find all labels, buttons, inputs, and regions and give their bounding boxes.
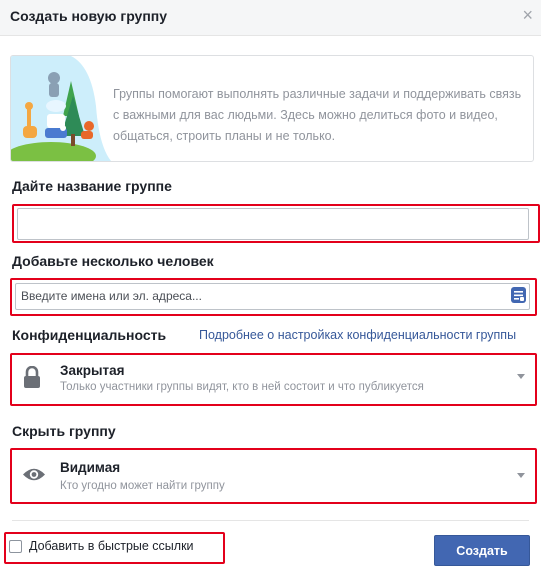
add-people-placeholder: Введите имена или эл. адреса... (21, 289, 202, 303)
intro-box: Группы помогают выполнять различные зада… (10, 55, 534, 162)
contacts-icon[interactable] (511, 287, 526, 303)
create-button[interactable]: Создать (434, 535, 530, 566)
eye-icon (23, 468, 45, 481)
visibility-selected-desc: Кто угодно может найти группу (60, 480, 225, 492)
visibility-select[interactable]: Видимая Кто угодно может найти группу (13, 452, 531, 496)
visibility-label: Скрыть группу (12, 423, 116, 439)
dialog-title: Создать новую группу (10, 8, 168, 24)
dialog-header: Создать новую группу × (0, 0, 541, 36)
group-name-input[interactable] (17, 208, 529, 240)
privacy-selected-title: Закрытая (60, 363, 125, 378)
group-name-label: Дайте название группе (12, 178, 172, 194)
close-icon[interactable]: × (522, 5, 533, 25)
visibility-selected-title: Видимая (60, 460, 121, 475)
group-illustration (11, 56, 111, 161)
quick-links-label[interactable]: Добавить в быстрые ссылки (29, 539, 194, 553)
quick-links-checkbox[interactable] (9, 540, 22, 553)
chevron-down-icon (517, 473, 525, 478)
add-people-input[interactable]: Введите имена или эл. адреса... (15, 283, 530, 310)
intro-text: Группы помогают выполнять различные зада… (113, 87, 522, 143)
privacy-select[interactable]: Закрытая Только участники группы видят, … (13, 357, 531, 398)
add-people-label: Добавьте несколько человек (12, 253, 214, 269)
privacy-selected-desc: Только участники группы видят, кто в ней… (60, 381, 424, 393)
privacy-info-link[interactable]: Подробнее о настройках конфиденциальност… (199, 328, 516, 342)
lock-icon (24, 366, 40, 388)
footer-divider (12, 520, 529, 521)
chevron-down-icon (517, 374, 525, 379)
privacy-label: Конфиденциальность (12, 327, 167, 343)
